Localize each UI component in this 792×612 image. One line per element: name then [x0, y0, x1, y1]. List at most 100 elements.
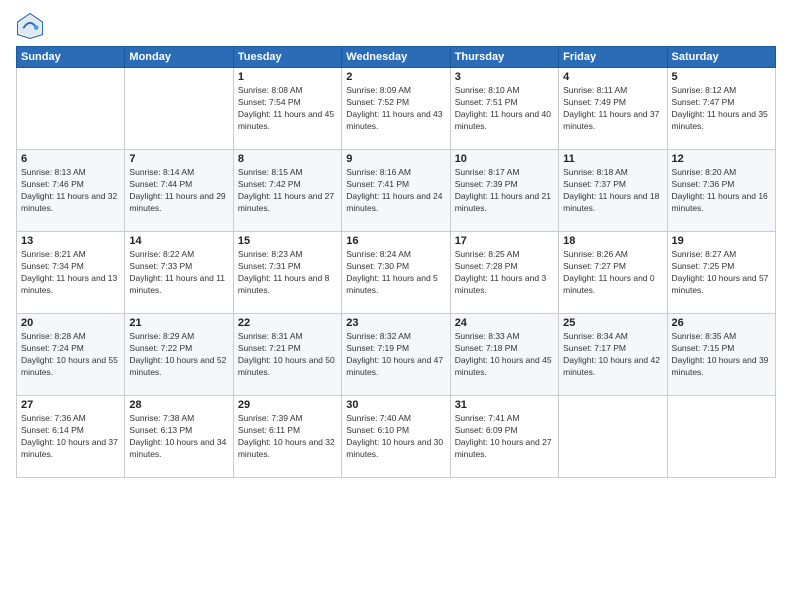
day-info: Sunrise: 8:17 AM Sunset: 7:39 PM Dayligh…: [455, 167, 554, 215]
calendar-cell: 22Sunrise: 8:31 AM Sunset: 7:21 PM Dayli…: [233, 314, 341, 396]
calendar-cell: 6 Sunrise: 8:13 AM Sunset: 7:46 PM Daylig…: [17, 150, 125, 232]
day-info: Sunrise: 8:23 AM Sunset: 7:31 PM Dayligh…: [238, 249, 337, 297]
day-number: 12: [672, 153, 771, 165]
day-number: 20: [21, 317, 120, 329]
weekday-header-friday: Friday: [559, 47, 667, 68]
day-info: Sunrise: 8:32 AM Sunset: 7:19 PM Dayligh…: [346, 331, 445, 379]
day-info: Sunrise: 8:16 AM Sunset: 7:41 PM Dayligh…: [346, 167, 445, 215]
day-info: Sunrise: 8:26 AM Sunset: 7:27 PM Dayligh…: [563, 249, 662, 297]
day-info: Sunrise: 8:31 AM Sunset: 7:21 PM Dayligh…: [238, 331, 337, 379]
day-info: Sunrise: 8:15 AM Sunset: 7:42 PM Dayligh…: [238, 167, 337, 215]
day-number: 30: [346, 399, 445, 411]
calendar-week-3: 20 Sunrise: 8:28 AM Sunset: 7:24 PM Dayli…: [17, 314, 776, 396]
calendar-cell: 3 Sunrise: 8:10 AM Sunset: 7:51 PM Daylig…: [450, 68, 558, 150]
calendar-cell: 7 Sunrise: 8:14 AM Sunset: 7:44 PM Daylig…: [125, 150, 233, 232]
calendar-cell: 8 Sunrise: 8:15 AM Sunset: 7:42 PM Daylig…: [233, 150, 341, 232]
calendar-cell: 25 Sunrise: 8:34 AM Sunset: 7:17 PM Dayli…: [559, 314, 667, 396]
day-number: 17: [455, 235, 554, 247]
weekday-header-thursday: Thursday: [450, 47, 558, 68]
calendar-cell: 18Sunrise: 8:26 AM Sunset: 7:27 PM Dayli…: [559, 232, 667, 314]
day-info: Sunrise: 8:14 AM Sunset: 7:44 PM Dayligh…: [129, 167, 228, 215]
day-number: 31: [455, 399, 554, 411]
logo-icon: [16, 12, 44, 40]
calendar-cell: 12Sunrise: 8:20 AM Sunset: 7:36 PM Dayli…: [667, 150, 775, 232]
day-info: Sunrise: 8:09 AM Sunset: 7:52 PM Dayligh…: [346, 85, 445, 133]
calendar-cell: 29 Sunrise: 7:39 AM Sunset: 6:11 PM Dayli…: [233, 396, 341, 478]
day-number: 13: [21, 235, 120, 247]
calendar-cell: 9 Sunrise: 8:16 AM Sunset: 7:41 PM Daylig…: [342, 150, 450, 232]
calendar-cell: 14Sunrise: 8:22 AM Sunset: 7:33 PM Dayli…: [125, 232, 233, 314]
calendar-cell: 19 Sunrise: 8:27 AM Sunset: 7:25 PM Dayli…: [667, 232, 775, 314]
day-info: Sunrise: 7:36 AM Sunset: 6:14 PM Dayligh…: [21, 413, 120, 461]
day-info: Sunrise: 8:11 AM Sunset: 7:49 PM Dayligh…: [563, 85, 662, 133]
day-number: 7: [129, 153, 228, 165]
day-number: 3: [455, 71, 554, 83]
calendar-cell: 4 Sunrise: 8:11 AM Sunset: 7:49 PM Daylig…: [559, 68, 667, 150]
day-number: 15: [238, 235, 337, 247]
day-info: Sunrise: 8:10 AM Sunset: 7:51 PM Dayligh…: [455, 85, 554, 133]
day-info: Sunrise: 7:38 AM Sunset: 6:13 PM Dayligh…: [129, 413, 228, 461]
day-info: Sunrise: 8:33 AM Sunset: 7:18 PM Dayligh…: [455, 331, 554, 379]
weekday-header-tuesday: Tuesday: [233, 47, 341, 68]
day-number: 4: [563, 71, 662, 83]
day-number: 10: [455, 153, 554, 165]
day-info: Sunrise: 8:08 AM Sunset: 7:54 PM Dayligh…: [238, 85, 337, 133]
weekday-header-sunday: Sunday: [17, 47, 125, 68]
day-number: 11: [563, 153, 662, 165]
day-number: 26: [672, 317, 771, 329]
day-info: Sunrise: 8:34 AM Sunset: 7:17 PM Dayligh…: [563, 331, 662, 379]
day-number: 5: [672, 71, 771, 83]
weekday-header-monday: Monday: [125, 47, 233, 68]
calendar-cell: 15 Sunrise: 8:23 AM Sunset: 7:31 PM Dayli…: [233, 232, 341, 314]
day-number: 16: [346, 235, 445, 247]
calendar-cell: [17, 68, 125, 150]
calendar-cell: 24 Sunrise: 8:33 AM Sunset: 7:18 PM Dayli…: [450, 314, 558, 396]
page: SundayMondayTuesdayWednesdayThursdayFrid…: [0, 0, 792, 612]
day-info: Sunrise: 8:27 AM Sunset: 7:25 PM Dayligh…: [672, 249, 771, 297]
weekday-header-wednesday: Wednesday: [342, 47, 450, 68]
weekday-header-row: SundayMondayTuesdayWednesdayThursdayFrid…: [17, 47, 776, 68]
calendar-week-4: 27Sunrise: 7:36 AM Sunset: 6:14 PM Dayli…: [17, 396, 776, 478]
logo: [16, 12, 48, 40]
weekday-header-saturday: Saturday: [667, 47, 775, 68]
header: [16, 12, 776, 40]
day-number: 1: [238, 71, 337, 83]
calendar-week-1: 6 Sunrise: 8:13 AM Sunset: 7:46 PM Daylig…: [17, 150, 776, 232]
calendar-cell: 28 Sunrise: 7:38 AM Sunset: 6:13 PM Dayli…: [125, 396, 233, 478]
day-number: 25: [563, 317, 662, 329]
calendar-cell: 27Sunrise: 7:36 AM Sunset: 6:14 PM Dayli…: [17, 396, 125, 478]
day-number: 24: [455, 317, 554, 329]
calendar-cell: [667, 396, 775, 478]
calendar-cell: 30Sunrise: 7:40 AM Sunset: 6:10 PM Dayli…: [342, 396, 450, 478]
day-number: 29: [238, 399, 337, 411]
day-info: Sunrise: 8:13 AM Sunset: 7:46 PM Dayligh…: [21, 167, 120, 215]
day-info: Sunrise: 8:29 AM Sunset: 7:22 PM Dayligh…: [129, 331, 228, 379]
day-info: Sunrise: 8:24 AM Sunset: 7:30 PM Dayligh…: [346, 249, 445, 297]
calendar-cell: 16 Sunrise: 8:24 AM Sunset: 7:30 PM Dayli…: [342, 232, 450, 314]
day-info: Sunrise: 8:18 AM Sunset: 7:37 PM Dayligh…: [563, 167, 662, 215]
calendar-cell: 1 Sunrise: 8:08 AM Sunset: 7:54 PM Daylig…: [233, 68, 341, 150]
calendar-cell: 31 Sunrise: 7:41 AM Sunset: 6:09 PM Dayli…: [450, 396, 558, 478]
day-info: Sunrise: 8:28 AM Sunset: 7:24 PM Dayligh…: [21, 331, 120, 379]
calendar-cell: 23Sunrise: 8:32 AM Sunset: 7:19 PM Dayli…: [342, 314, 450, 396]
calendar-cell: 2Sunrise: 8:09 AM Sunset: 7:52 PM Daylig…: [342, 68, 450, 150]
day-info: Sunrise: 7:39 AM Sunset: 6:11 PM Dayligh…: [238, 413, 337, 461]
day-info: Sunrise: 8:35 AM Sunset: 7:15 PM Dayligh…: [672, 331, 771, 379]
day-number: 9: [346, 153, 445, 165]
calendar-cell: 17 Sunrise: 8:25 AM Sunset: 7:28 PM Dayli…: [450, 232, 558, 314]
calendar-week-2: 13Sunrise: 8:21 AM Sunset: 7:34 PM Dayli…: [17, 232, 776, 314]
day-number: 21: [129, 317, 228, 329]
calendar-cell: 10 Sunrise: 8:17 AM Sunset: 7:39 PM Dayli…: [450, 150, 558, 232]
day-number: 19: [672, 235, 771, 247]
calendar-cell: 5 Sunrise: 8:12 AM Sunset: 7:47 PM Daylig…: [667, 68, 775, 150]
day-number: 14: [129, 235, 228, 247]
calendar-cell: [125, 68, 233, 150]
day-info: Sunrise: 7:41 AM Sunset: 6:09 PM Dayligh…: [455, 413, 554, 461]
calendar-week-0: 1 Sunrise: 8:08 AM Sunset: 7:54 PM Daylig…: [17, 68, 776, 150]
calendar-table: SundayMondayTuesdayWednesdayThursdayFrid…: [16, 46, 776, 478]
day-number: 28: [129, 399, 228, 411]
day-info: Sunrise: 8:25 AM Sunset: 7:28 PM Dayligh…: [455, 249, 554, 297]
day-info: Sunrise: 8:12 AM Sunset: 7:47 PM Dayligh…: [672, 85, 771, 133]
day-number: 8: [238, 153, 337, 165]
day-number: 6: [21, 153, 120, 165]
